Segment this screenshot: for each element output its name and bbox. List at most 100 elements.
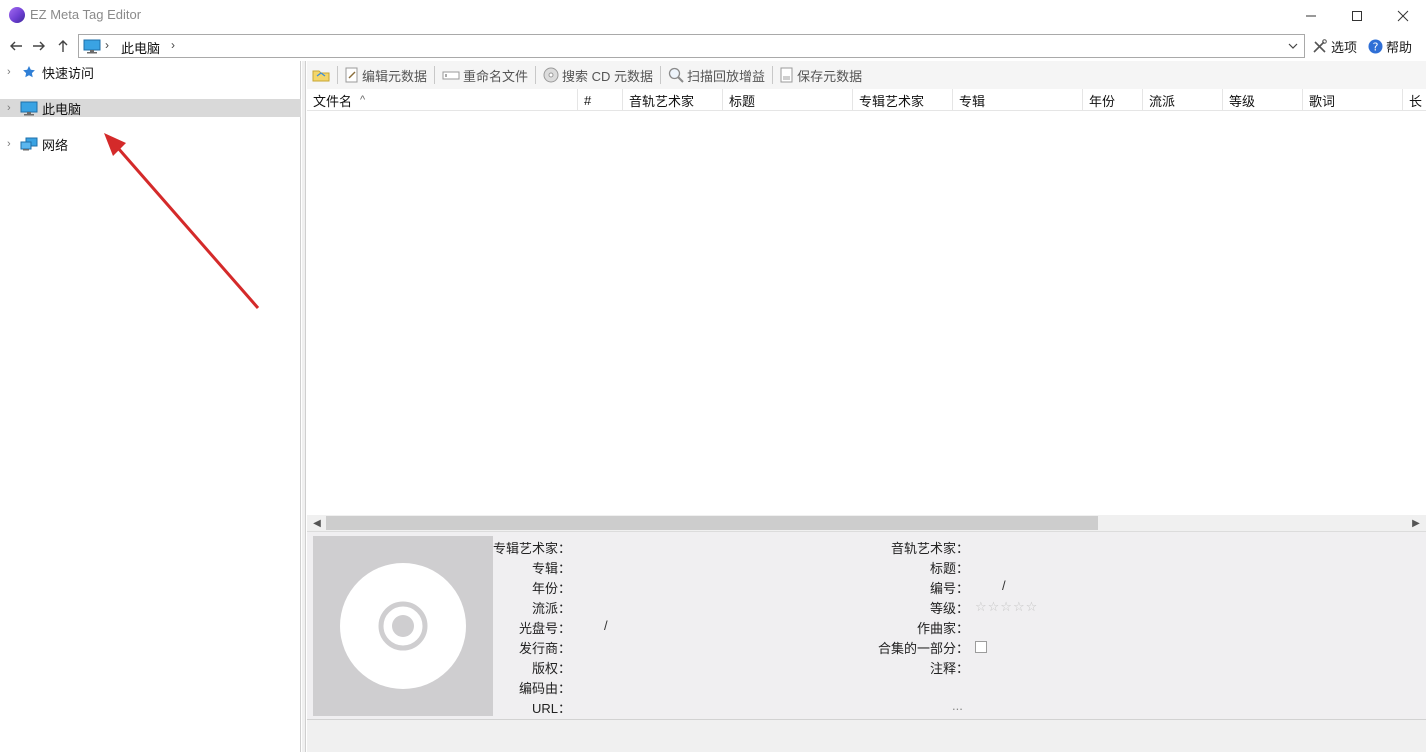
file-list[interactable] bbox=[307, 111, 1426, 515]
chevron-down-icon bbox=[1288, 43, 1298, 49]
edit-metadata-label: 编辑元数据 bbox=[362, 66, 427, 85]
scan-replay-gain-button[interactable]: 扫描回放增益 bbox=[663, 64, 770, 86]
edit-document-icon bbox=[345, 67, 359, 83]
app-logo-icon bbox=[9, 7, 25, 23]
options-label: 选项 bbox=[1331, 37, 1357, 56]
back-button[interactable] bbox=[5, 35, 27, 57]
composer-label: 作曲家： bbox=[917, 618, 969, 637]
forward-button[interactable] bbox=[28, 35, 50, 57]
tree-item-this-pc[interactable]: › 此电脑 bbox=[0, 99, 301, 117]
open-folder-button[interactable] bbox=[307, 64, 335, 86]
toolbar-separator bbox=[434, 66, 435, 84]
encoded-by-label: 编码由： bbox=[519, 678, 571, 697]
tree-item-label: 快速访问 bbox=[42, 63, 94, 82]
chevron-right-icon[interactable]: › bbox=[0, 138, 18, 150]
svg-text:?: ? bbox=[1373, 40, 1379, 53]
magnifier-icon bbox=[668, 67, 684, 83]
chevron-right-icon[interactable]: › bbox=[0, 66, 18, 78]
column-header-lyrics[interactable]: 歌词 bbox=[1303, 89, 1403, 111]
disc-number-label: 光盘号： bbox=[519, 618, 571, 637]
network-icon bbox=[18, 137, 40, 152]
folder-icon bbox=[312, 67, 330, 83]
more-ellipsis[interactable]: ... bbox=[952, 698, 963, 713]
track-number-value[interactable]: / bbox=[1002, 578, 1006, 593]
address-dropdown-button[interactable] bbox=[1285, 38, 1301, 54]
column-label: 文件名 bbox=[313, 91, 352, 110]
toolbar-separator bbox=[337, 66, 338, 84]
column-header-track-artist[interactable]: 音轨艺术家 bbox=[623, 89, 723, 111]
track-number-label: 编号： bbox=[930, 578, 969, 597]
sort-ascending-icon: ^ bbox=[360, 94, 365, 106]
star-icon bbox=[18, 65, 40, 79]
year-label: 年份： bbox=[532, 578, 571, 597]
tools-icon bbox=[1312, 39, 1327, 54]
column-header-length[interactable]: 长 bbox=[1403, 89, 1426, 111]
computer-icon bbox=[18, 101, 40, 116]
column-header-title[interactable]: 标题 bbox=[723, 89, 853, 111]
column-header-album-artist[interactable]: 专辑艺术家 bbox=[853, 89, 953, 111]
toolbar: 编辑元数据 重命名文件 搜索 CD 元数据 扫描回放增益 保存元数据 bbox=[307, 61, 1426, 89]
tree-item-label: 此电脑 bbox=[42, 99, 81, 118]
save-metadata-label: 保存元数据 bbox=[797, 66, 862, 85]
toolbar-separator bbox=[772, 66, 773, 84]
computer-icon bbox=[83, 39, 101, 54]
rating-label: 等级： bbox=[930, 598, 969, 617]
column-header-number[interactable]: # bbox=[578, 89, 623, 111]
search-cd-metadata-button[interactable]: 搜索 CD 元数据 bbox=[538, 64, 658, 86]
tree-item-quick-access[interactable]: › 快速访问 bbox=[0, 63, 301, 81]
tree-item-network[interactable]: › 网络 bbox=[0, 135, 301, 153]
window-title: EZ Meta Tag Editor bbox=[30, 7, 141, 22]
column-header-year[interactable]: 年份 bbox=[1083, 89, 1143, 111]
rename-file-label: 重命名文件 bbox=[463, 66, 528, 85]
metadata-details-panel: 专辑艺术家： 专辑： 年份： 流派： 光盘号： / 发行商： 版权： 编码由： … bbox=[307, 531, 1426, 719]
navigation-bar: › 此电脑 › 选项 ? 帮助 bbox=[0, 31, 1426, 61]
column-header-rating[interactable]: 等级 bbox=[1223, 89, 1303, 111]
status-bar bbox=[307, 719, 1426, 752]
disc-number-value[interactable]: / bbox=[604, 618, 608, 633]
rename-icon bbox=[442, 68, 460, 82]
options-button[interactable]: 选项 bbox=[1312, 35, 1357, 57]
panel-splitter[interactable] bbox=[302, 61, 306, 752]
breadcrumb-this-pc[interactable]: 此电脑 bbox=[121, 38, 160, 57]
toolbar-separator bbox=[660, 66, 661, 84]
minimize-icon bbox=[1305, 10, 1317, 22]
scan-replay-gain-label: 扫描回放增益 bbox=[687, 66, 765, 85]
scroll-left-icon[interactable]: ◀ bbox=[309, 517, 325, 529]
address-bar[interactable]: › 此电脑 › bbox=[78, 34, 1305, 58]
cd-icon bbox=[543, 67, 559, 83]
save-metadata-button[interactable]: 保存元数据 bbox=[775, 64, 867, 86]
album-label: 专辑： bbox=[532, 558, 571, 577]
part-of-compilation-label: 合集的一部分： bbox=[878, 638, 969, 657]
part-of-compilation-checkbox[interactable] bbox=[975, 641, 987, 653]
column-header-filename[interactable]: 文件名 ^ bbox=[307, 89, 578, 111]
rename-file-button[interactable]: 重命名文件 bbox=[437, 64, 533, 86]
publisher-label: 发行商： bbox=[519, 638, 571, 657]
genre-label: 流派： bbox=[532, 598, 571, 617]
title-bar: EZ Meta Tag Editor bbox=[0, 0, 1426, 31]
column-header-album[interactable]: 专辑 bbox=[953, 89, 1083, 111]
rating-stars[interactable]: ☆☆☆☆☆ bbox=[975, 599, 1038, 615]
breadcrumb-separator[interactable]: › bbox=[105, 38, 109, 52]
tree-item-label: 网络 bbox=[42, 135, 68, 154]
column-header-genre[interactable]: 流派 bbox=[1143, 89, 1223, 111]
scroll-right-icon[interactable]: ▶ bbox=[1408, 517, 1424, 529]
scrollbar-thumb[interactable] bbox=[326, 516, 1098, 530]
toolbar-separator bbox=[535, 66, 536, 84]
maximize-icon bbox=[1351, 10, 1363, 22]
minimize-button[interactable] bbox=[1288, 0, 1334, 31]
copyright-label: 版权： bbox=[532, 658, 571, 677]
maximize-button[interactable] bbox=[1334, 0, 1380, 31]
cd-placeholder-icon bbox=[313, 536, 493, 716]
horizontal-scrollbar[interactable]: ◀ ▶ bbox=[307, 515, 1426, 531]
album-artist-label: 专辑艺术家： bbox=[493, 538, 571, 557]
close-button[interactable] bbox=[1380, 0, 1426, 31]
title-label: 标题： bbox=[930, 558, 969, 577]
help-icon: ? bbox=[1368, 39, 1383, 54]
up-button[interactable] bbox=[52, 35, 74, 57]
help-label: 帮助 bbox=[1386, 37, 1412, 56]
album-cover[interactable] bbox=[313, 536, 493, 716]
breadcrumb-separator[interactable]: › bbox=[171, 38, 175, 52]
edit-metadata-button[interactable]: 编辑元数据 bbox=[340, 64, 432, 86]
chevron-right-icon[interactable]: › bbox=[0, 102, 18, 114]
help-button[interactable]: ? 帮助 bbox=[1368, 35, 1412, 57]
